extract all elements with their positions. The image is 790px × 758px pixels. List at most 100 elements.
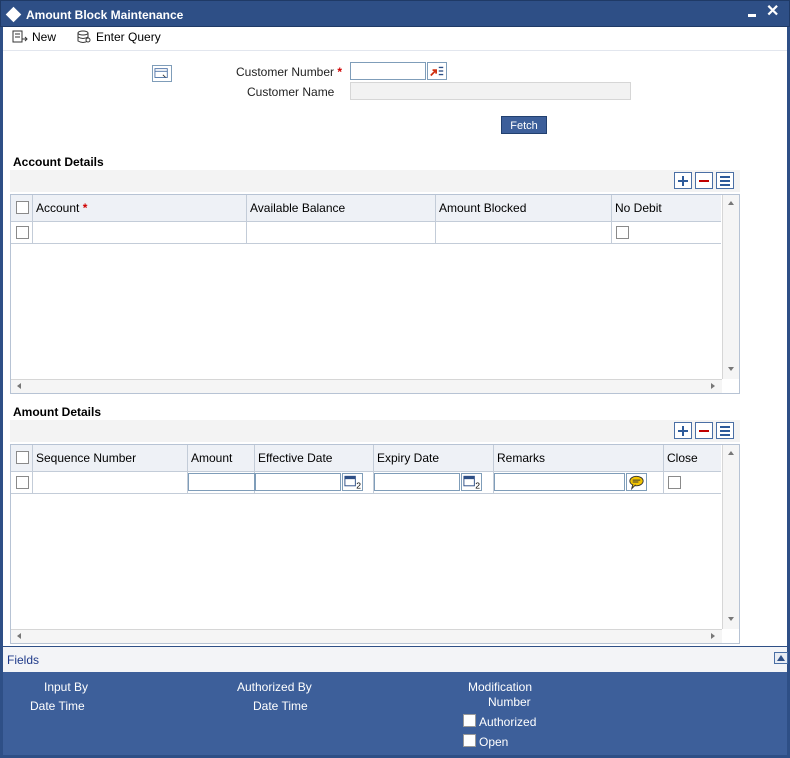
col-effective-date: Effective Date — [255, 445, 374, 472]
scroll-left-icon[interactable] — [17, 633, 21, 639]
scroll-down-icon[interactable] — [728, 617, 734, 621]
scroll-up-icon[interactable] — [728, 451, 734, 455]
scroll-right-icon[interactable] — [711, 383, 715, 389]
effective-date-input[interactable] — [255, 473, 341, 491]
single-view-icon[interactable] — [716, 172, 734, 189]
close-icon[interactable]: ✕ — [766, 3, 779, 21]
horizontal-scrollbar[interactable] — [11, 379, 722, 393]
col-sequence-number: Sequence Number — [33, 445, 188, 472]
fields-bar: Fields — [3, 646, 788, 672]
table-row: 2 2 — [11, 472, 721, 494]
expiry-date-input[interactable] — [374, 473, 460, 491]
select-all-checkbox[interactable] — [16, 451, 29, 464]
remarks-input[interactable] — [494, 473, 625, 491]
input-date-time-label: Date Time — [30, 699, 85, 713]
col-remarks: Remarks — [494, 445, 664, 472]
remarks-cell — [494, 472, 664, 493]
add-row-icon[interactable] — [674, 172, 692, 189]
amount-input[interactable] — [188, 473, 255, 491]
header-select-cell — [11, 445, 33, 472]
account-details-band — [10, 170, 740, 192]
col-close: Close — [667, 451, 698, 465]
amount-cell — [188, 472, 255, 493]
vertical-scrollbar[interactable] — [722, 445, 739, 629]
customer-number-label-text: Customer Number — [236, 65, 335, 79]
account-details-grid: Account * Available Balance Amount Block… — [10, 194, 740, 394]
available-balance-cell[interactable] — [247, 222, 436, 243]
number-label: Number — [488, 695, 531, 709]
authorized-by-label: Authorized By — [237, 680, 312, 694]
authorized-date-time-label: Date Time — [253, 699, 308, 713]
select-all-checkbox[interactable] — [16, 201, 29, 214]
expiry-date-cell: 2 — [374, 472, 494, 493]
header-select-cell — [11, 195, 33, 222]
amount-details-title: Amount Details — [13, 405, 102, 419]
audit-panel: Input By Date Time Authorized By Date Ti… — [3, 672, 787, 755]
row-select-checkbox[interactable] — [16, 476, 29, 489]
enter-query-button[interactable]: Enter Query — [76, 30, 161, 44]
vertical-scrollbar[interactable] — [722, 195, 739, 379]
scroll-right-icon[interactable] — [711, 633, 715, 639]
no-debit-checkbox[interactable] — [616, 226, 629, 239]
scroll-left-icon[interactable] — [17, 383, 21, 389]
svg-text:2: 2 — [356, 481, 361, 490]
col-amount-blocked: Amount Blocked — [436, 195, 612, 222]
customer-number-label: Customer Number * — [236, 65, 342, 79]
calendar-icon[interactable]: 2 — [461, 473, 482, 491]
add-row-icon[interactable] — [674, 422, 692, 439]
scroll-down-icon[interactable] — [728, 367, 734, 371]
sequence-number-cell[interactable] — [33, 472, 188, 493]
record-toggle-icon[interactable] — [152, 65, 172, 82]
customer-name-field — [350, 82, 631, 100]
horizontal-scrollbar[interactable] — [11, 629, 722, 643]
amount-details-grid: Sequence Number Amount Effective Date Ex… — [10, 444, 740, 644]
svg-text:2: 2 — [475, 481, 480, 490]
remarks-speech-icon[interactable] — [626, 473, 647, 491]
col-account: Account * — [33, 195, 247, 222]
open-checkbox[interactable] — [463, 734, 476, 747]
lov-icon — [430, 66, 444, 77]
window-titlebar: Amount Block Maintenance ✕ — [0, 0, 790, 27]
required-marker: * — [337, 65, 343, 79]
input-by-label: Input By — [44, 680, 89, 694]
required-marker: * — [82, 201, 88, 215]
delete-row-icon[interactable] — [695, 172, 713, 189]
col-expiry-date: Expiry Date — [374, 445, 494, 472]
scroll-up-icon[interactable] — [728, 201, 734, 205]
open-label: Open — [479, 735, 509, 749]
customer-name-label: Customer Name — [247, 85, 335, 99]
fetch-button[interactable]: Fetch — [501, 116, 547, 134]
row-select-cell — [11, 222, 33, 243]
account-grid-header: Account * Available Balance Amount Block… — [11, 195, 721, 222]
delete-row-icon[interactable] — [695, 422, 713, 439]
single-view-icon[interactable] — [716, 422, 734, 439]
close-checkbox[interactable] — [668, 476, 681, 489]
account-details-title: Account Details — [13, 155, 104, 169]
customer-number-input[interactable] — [350, 62, 426, 80]
no-debit-cell — [612, 222, 721, 243]
effective-date-cell: 2 — [255, 472, 374, 493]
new-label: New — [32, 30, 57, 44]
new-icon — [12, 30, 28, 43]
amount-grid-header: Sequence Number Amount Effective Date Ex… — [11, 445, 721, 472]
table-row — [11, 222, 721, 244]
window-title: Amount Block Maintenance — [26, 8, 184, 22]
row-select-checkbox[interactable] — [16, 226, 29, 239]
collapse-up-icon[interactable] — [774, 652, 788, 664]
col-no-debit: No Debit — [615, 201, 662, 215]
authorized-checkbox[interactable] — [463, 714, 476, 727]
calendar-icon[interactable]: 2 — [342, 473, 363, 491]
row-select-cell — [11, 472, 33, 493]
minimize-icon[interactable] — [748, 14, 756, 17]
col-account-label: Account — [36, 201, 80, 215]
account-cell[interactable] — [33, 222, 247, 243]
app-diamond-icon — [5, 6, 22, 23]
fields-link[interactable]: Fields — [7, 653, 39, 667]
amount-blocked-cell[interactable] — [436, 222, 612, 243]
customer-lov-button[interactable] — [427, 62, 447, 80]
toolbar: New Enter Query — [3, 27, 787, 51]
col-available-balance: Available Balance — [247, 195, 436, 222]
new-button[interactable]: New — [12, 30, 56, 44]
modification-label: Modification — [468, 680, 533, 694]
amount-details-band — [10, 420, 740, 442]
